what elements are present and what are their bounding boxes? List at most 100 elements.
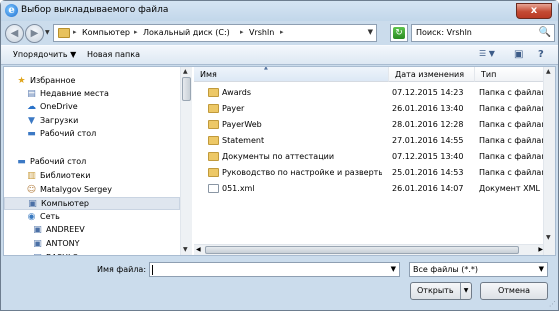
address-dropdown-icon[interactable]: ▼	[368, 28, 373, 36]
breadcrumb-vrshln[interactable]: Vrshln	[249, 28, 274, 37]
file-name: Документы по аттестации	[222, 152, 335, 161]
scroll-left-icon[interactable]: ◀	[196, 246, 201, 253]
file-list-horizontal-scrollbar[interactable]: ◀ ▶	[194, 244, 545, 255]
close-button[interactable]: x	[516, 3, 552, 19]
new-folder-button[interactable]: Новая папка	[87, 50, 140, 59]
open-options-dropdown-icon[interactable]: ▼	[460, 283, 471, 299]
column-header-type[interactable]: Тип	[475, 67, 545, 82]
change-view-button[interactable]: ☰ ▼	[479, 49, 495, 58]
file-date: 25.01.2016 14:53	[392, 168, 464, 177]
back-button[interactable]: ◀	[5, 24, 24, 43]
nav-item-label: Избранное	[30, 76, 76, 85]
preview-pane-icon[interactable]: ▣	[514, 49, 523, 60]
nav-item[interactable]: ▣ ANDREEV	[4, 224, 180, 237]
scroll-up-icon[interactable]: ▲	[183, 68, 188, 75]
nav-item-icon: ☺	[26, 185, 37, 195]
file-date: 28.01.2016 12:28	[392, 120, 464, 129]
browser-panes: ★ Избранное ▤ Недавние места ☁ OneDrive ▼ Загру…	[3, 66, 556, 256]
breadcrumb-separator-icon[interactable]: ▸	[134, 28, 138, 36]
nav-item[interactable]: ▥ Библиотеки	[4, 170, 180, 183]
file-name: PayerWeb	[222, 120, 262, 129]
search-input[interactable]: Поиск: Vrshln 🔍	[411, 24, 555, 42]
file-date: 26.01.2016 13:40	[392, 104, 464, 113]
nav-item-label: Сеть	[40, 212, 60, 221]
scroll-down-icon[interactable]: ▼	[546, 234, 551, 241]
breadcrumb-computer[interactable]: Компьютер	[82, 28, 130, 37]
column-header-name[interactable]: ▲ Имя	[194, 67, 389, 82]
open-button[interactable]: Открыть ▼	[410, 282, 472, 300]
folder-icon	[208, 120, 219, 129]
folder-icon	[208, 152, 219, 161]
nav-item-label: ANTONY	[46, 239, 80, 248]
forward-arrow-icon: ▶	[30, 28, 39, 39]
back-arrow-icon: ◀	[10, 28, 19, 39]
file-type: Папка с файлами	[479, 120, 545, 129]
folder-icon	[208, 168, 219, 177]
file-row[interactable]: Руководство по настройке и развертыван..…	[194, 166, 545, 180]
nav-item-icon: ▣	[33, 239, 42, 249]
window-title: Выбор выкладываемого файла	[21, 5, 169, 15]
file-name: Statement	[222, 136, 265, 145]
nav-item-label: OneDrive	[40, 102, 78, 111]
filename-field[interactable]: ▼	[149, 262, 400, 277]
nav-item[interactable]: ☁ OneDrive	[4, 101, 180, 114]
organize-button[interactable]: Упорядочить ▼	[13, 50, 76, 59]
scroll-down-icon[interactable]: ▼	[183, 246, 188, 253]
file-row[interactable]: Документы по аттестации 07.12.2015 13:40 П…	[194, 150, 545, 164]
nav-item[interactable]: ▤ Недавние места	[4, 88, 180, 101]
file-list-vertical-scrollbar[interactable]: ▲ ▼	[543, 67, 555, 255]
file-row[interactable]: Awards 07.12.2015 14:23 Папка с файлами	[194, 86, 545, 100]
nav-item[interactable]: ▬ Рабочий стол	[4, 156, 180, 169]
file-row[interactable]: Payer 26.01.2016 13:40 Папка с файлами	[194, 102, 545, 116]
address-bar[interactable]: ▸ Компьютер ▸ Локальный диск (C:) ▸ Vrsh…	[53, 24, 377, 42]
nav-item-label: Рабочий стол	[30, 157, 87, 166]
file-row[interactable]: 051.xml 26.01.2016 14:07 Документ XML	[194, 182, 545, 196]
navigation-pane[interactable]: ★ Избранное ▤ Недавние места ☁ OneDrive ▼ Загру…	[4, 67, 180, 255]
nav-item-icon: ▬	[27, 129, 36, 139]
recent-pages-dropdown[interactable]: ▼	[45, 29, 50, 36]
nav-item[interactable]: ▬ Рабочий стол	[4, 128, 180, 141]
nav-item[interactable]: ▣ ANTONY	[4, 238, 180, 251]
nav-item[interactable]: ◉ Сеть	[4, 211, 180, 224]
nav-item-icon: ▥	[27, 171, 36, 181]
filter-dropdown-icon[interactable]: ▼	[539, 265, 544, 273]
file-name: Руководство по настройке и развертыван..…	[222, 168, 382, 177]
breadcrumb-separator-icon[interactable]: ▸	[73, 28, 77, 36]
breadcrumb-separator-icon[interactable]: ▸	[240, 28, 244, 36]
help-icon[interactable]: ?	[538, 49, 544, 60]
refresh-button[interactable]: ↻	[390, 24, 408, 42]
file-row[interactable]: Statement 27.01.2016 14:55 Папка с файлами	[194, 134, 545, 148]
resize-grip-icon[interactable]: ⋰	[549, 300, 556, 308]
file-name: Awards	[222, 88, 251, 97]
text-caret	[152, 265, 153, 275]
file-list[interactable]: ▲ Имя Дата изменения Тип Awards 07.12.201…	[194, 67, 545, 255]
search-icon[interactable]: 🔍	[539, 27, 551, 38]
breadcrumb-local-disk[interactable]: Локальный диск (C:)	[143, 28, 230, 37]
file-row[interactable]: PayerWeb 28.01.2016 12:28 Папка с файлами	[194, 118, 545, 132]
file-type-filter-value: Все файлы (*.*)	[413, 265, 479, 274]
column-header-date[interactable]: Дата изменения	[389, 67, 475, 82]
breadcrumb-separator-icon[interactable]: ▸	[280, 28, 284, 36]
nav-item[interactable]: ▣BASHLO	[4, 252, 180, 255]
forward-button[interactable]: ▶	[25, 24, 44, 43]
column-header-name-label: Имя	[200, 70, 217, 79]
nav-item-icon: ▤	[27, 89, 36, 99]
search-placeholder: Поиск: Vrshln	[416, 28, 472, 37]
nav-item[interactable]: ★ Избранное	[4, 75, 180, 88]
nav-item[interactable]: ▼ Загрузки	[4, 115, 180, 128]
refresh-icon: ↻	[393, 27, 405, 39]
nav-item-label: Недавние места	[40, 89, 109, 98]
nav-item[interactable]: ☺ Matalygov Sergey	[4, 184, 180, 197]
scroll-up-icon[interactable]: ▲	[546, 68, 551, 75]
nav-item-label: Библиотеки	[40, 171, 91, 180]
file-type: Папка с файлами	[479, 168, 545, 177]
file-type-filter[interactable]: Все файлы (*.*) ▼	[409, 262, 548, 277]
nav-item-icon: ▬	[17, 157, 26, 167]
internet-explorer-icon: e	[5, 4, 18, 17]
nav-item[interactable]: ▣ Компьютер	[4, 197, 180, 210]
scroll-thumb[interactable]	[182, 77, 191, 101]
cancel-button[interactable]: Отмена	[480, 282, 548, 300]
scroll-thumb[interactable]	[205, 246, 519, 254]
navigation-scrollbar[interactable]: ▲ ▼	[180, 67, 192, 255]
filename-dropdown-icon[interactable]: ▼	[391, 265, 396, 273]
